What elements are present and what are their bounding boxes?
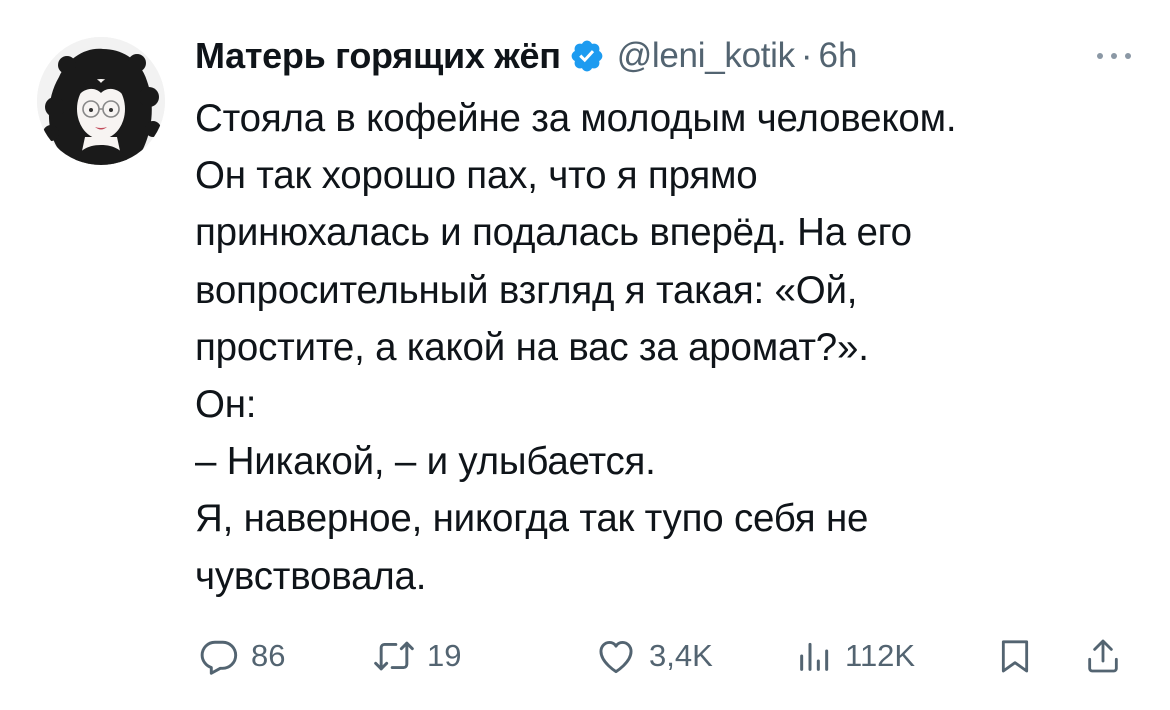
tweet-text-line: чувствовала. bbox=[195, 554, 427, 598]
tweet-text: Стояла в кофейне за молодым человеком. О… bbox=[195, 90, 1145, 605]
tweet-text-line: Стояла в кофейне за молодым человеком. bbox=[195, 97, 957, 140]
author-handle[interactable]: @leni_kotik bbox=[617, 36, 795, 76]
tweet-text-line: Он так хорошо пах, что я прямо bbox=[195, 154, 758, 198]
header-separator: · bbox=[800, 36, 813, 75]
share-icon bbox=[1083, 634, 1123, 678]
tweet-text-line: Он: bbox=[195, 383, 257, 427]
views-icon bbox=[795, 634, 835, 678]
tweet-text-line: принюхалась и подалась вперёд. На его bbox=[195, 211, 912, 255]
verified-badge-icon bbox=[569, 38, 605, 74]
views-count: 112K bbox=[845, 638, 916, 673]
avatar[interactable] bbox=[37, 37, 165, 165]
avatar-illustration bbox=[37, 37, 165, 165]
repost-count: 19 bbox=[427, 638, 462, 673]
reply-button[interactable]: 86 bbox=[197, 628, 285, 684]
tweet-text-line: простите, а какой на вас за аромат?». bbox=[195, 325, 869, 369]
action-bar: 86 19 3,4K 112K bbox=[195, 628, 1140, 684]
tweet-header: Матерь горящих жёп @leni_kotik · 6h bbox=[195, 30, 1140, 82]
like-count: 3,4K bbox=[649, 638, 713, 673]
repost-icon bbox=[371, 634, 417, 678]
reply-icon bbox=[197, 634, 241, 678]
share-button[interactable] bbox=[1083, 628, 1123, 684]
bookmark-button[interactable] bbox=[995, 628, 1035, 684]
author-name[interactable]: Матерь горящих жёп bbox=[195, 35, 561, 77]
bookmark-icon bbox=[995, 634, 1035, 678]
tweet-text-line: – Никакой, – и улыбается. bbox=[195, 440, 656, 484]
tweet-text-line: Я, наверное, никогда так тупо себя не bbox=[195, 497, 869, 541]
tweet-timestamp[interactable]: 6h bbox=[819, 36, 858, 76]
tweet-card: Матерь горящих жёп @leni_kotik · 6h Стоя… bbox=[0, 0, 1170, 710]
reply-count: 86 bbox=[251, 638, 286, 673]
heart-icon bbox=[593, 634, 639, 678]
repost-button[interactable]: 19 bbox=[371, 628, 461, 684]
tweet-text-line: вопросительный взгляд я такая: «Ой, bbox=[195, 268, 858, 312]
like-button[interactable]: 3,4K bbox=[593, 628, 713, 684]
more-icon[interactable] bbox=[1092, 36, 1136, 76]
views-button[interactable]: 112K bbox=[795, 628, 915, 684]
